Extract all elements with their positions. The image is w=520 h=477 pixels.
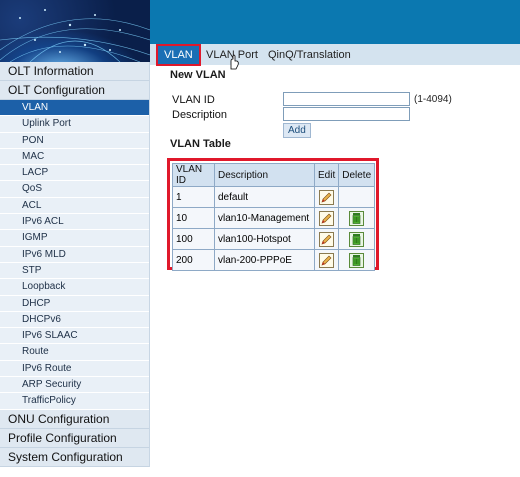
sidebar-item-ipv6-slaac[interactable]: IPv6 SLAAC — [0, 328, 149, 345]
sidebar-item-dhcpv6[interactable]: DHCPv6 — [0, 311, 149, 329]
globe-logo — [0, 0, 150, 62]
sidebar-item-vlan[interactable]: VLAN — [0, 100, 149, 117]
edit-pencil-icon[interactable] — [319, 210, 335, 226]
delete-trash-icon[interactable] — [349, 231, 365, 247]
header-delete: Delete — [338, 163, 376, 187]
delete-trash-icon[interactable] — [349, 210, 365, 226]
add-button[interactable]: Add — [283, 123, 311, 138]
description-label: Description — [172, 109, 228, 121]
vlan-id-range-hint: (1-4094) — [414, 94, 452, 105]
sidebar-item-loopback[interactable]: Loopback — [0, 279, 149, 296]
sidebar-item-mac[interactable]: MAC — [0, 148, 149, 166]
tab-bar: VLAN VLAN Port QinQ/Translation — [150, 44, 520, 70]
sidebar-item-qos[interactable]: QoS — [0, 181, 149, 198]
sidebar-item-ipv6-route[interactable]: IPv6 Route — [0, 360, 149, 378]
main-content: New VLAN VLAN ID (1-4094) Description Ad… — [150, 65, 520, 467]
cell-description: vlan10-Management — [214, 207, 315, 229]
vlan-table-highlight: VLAN ID Description Edit Delete 1 defaul… — [167, 158, 379, 271]
sidebar-item-ipv6-acl[interactable]: IPv6 ACL — [0, 214, 149, 231]
sidebar-group-system-configuration[interactable]: System Configuration — [0, 447, 149, 467]
sidebar-group-olt-information[interactable]: OLT Information — [0, 62, 149, 81]
sidebar-item-lacp[interactable]: LACP — [0, 165, 149, 182]
sidebar-item-route[interactable]: Route — [0, 344, 149, 361]
table-row: 1 default — [172, 186, 376, 208]
delete-trash-icon[interactable] — [349, 252, 365, 268]
tab-vlan[interactable]: VLAN — [156, 44, 201, 66]
table-header-row: VLAN ID Description Edit Delete — [172, 163, 376, 187]
cell-description: default — [214, 186, 315, 208]
header-vlan-id: VLAN ID — [172, 163, 215, 187]
cell-vlan-id: 200 — [172, 249, 215, 271]
sidebar-item-igmp[interactable]: IGMP — [0, 230, 149, 247]
cell-description: vlan100-Hotspot — [214, 228, 315, 250]
sidebar-item-acl[interactable]: ACL — [0, 197, 149, 215]
new-vlan-title: New VLAN — [170, 69, 226, 81]
edit-pencil-icon[interactable] — [319, 231, 335, 247]
sidebar-item-uplink-port[interactable]: Uplink Port — [0, 116, 149, 133]
table-row: 10 vlan10-Management — [172, 207, 376, 229]
sidebar-nav: OLT Information OLT Configuration VLAN U… — [0, 62, 150, 467]
sidebar-group-profile-configuration[interactable]: Profile Configuration — [0, 428, 149, 448]
sidebar-item-pon[interactable]: PON — [0, 132, 149, 149]
sidebar-item-stp[interactable]: STP — [0, 262, 149, 280]
edit-pencil-icon[interactable] — [319, 252, 335, 268]
vlan-id-input[interactable] — [283, 92, 410, 106]
sidebar-item-arp-security[interactable]: ARP Security — [0, 377, 149, 394]
cell-vlan-id: 10 — [172, 207, 215, 229]
table-row: 100 vlan100-Hotspot — [172, 228, 376, 250]
tab-qinq-translation[interactable]: QinQ/Translation — [262, 46, 357, 64]
cell-delete-empty — [338, 186, 376, 208]
sidebar-group-olt-configuration[interactable]: OLT Configuration — [0, 81, 149, 100]
vlan-table-title: VLAN Table — [170, 138, 231, 150]
description-input[interactable] — [283, 107, 410, 121]
sidebar-group-onu-configuration[interactable]: ONU Configuration — [0, 409, 149, 429]
cell-vlan-id: 100 — [172, 228, 215, 250]
cell-vlan-id: 1 — [172, 186, 215, 208]
bottom-strip — [0, 467, 520, 477]
sidebar-item-dhcp[interactable]: DHCP — [0, 295, 149, 312]
vlan-table: VLAN ID Description Edit Delete 1 defaul… — [172, 163, 376, 271]
vlan-id-label: VLAN ID — [172, 94, 215, 106]
table-row: 200 vlan-200-PPPoE — [172, 249, 376, 271]
sidebar-item-traffic-policy[interactable]: TrafficPolicy — [0, 393, 149, 410]
sidebar-item-ipv6-mld[interactable]: IPv6 MLD — [0, 246, 149, 263]
header-description: Description — [214, 163, 315, 187]
header-edit: Edit — [313, 163, 340, 187]
edit-pencil-icon[interactable] — [319, 189, 335, 205]
cell-description: vlan-200-PPPoE — [214, 249, 315, 271]
